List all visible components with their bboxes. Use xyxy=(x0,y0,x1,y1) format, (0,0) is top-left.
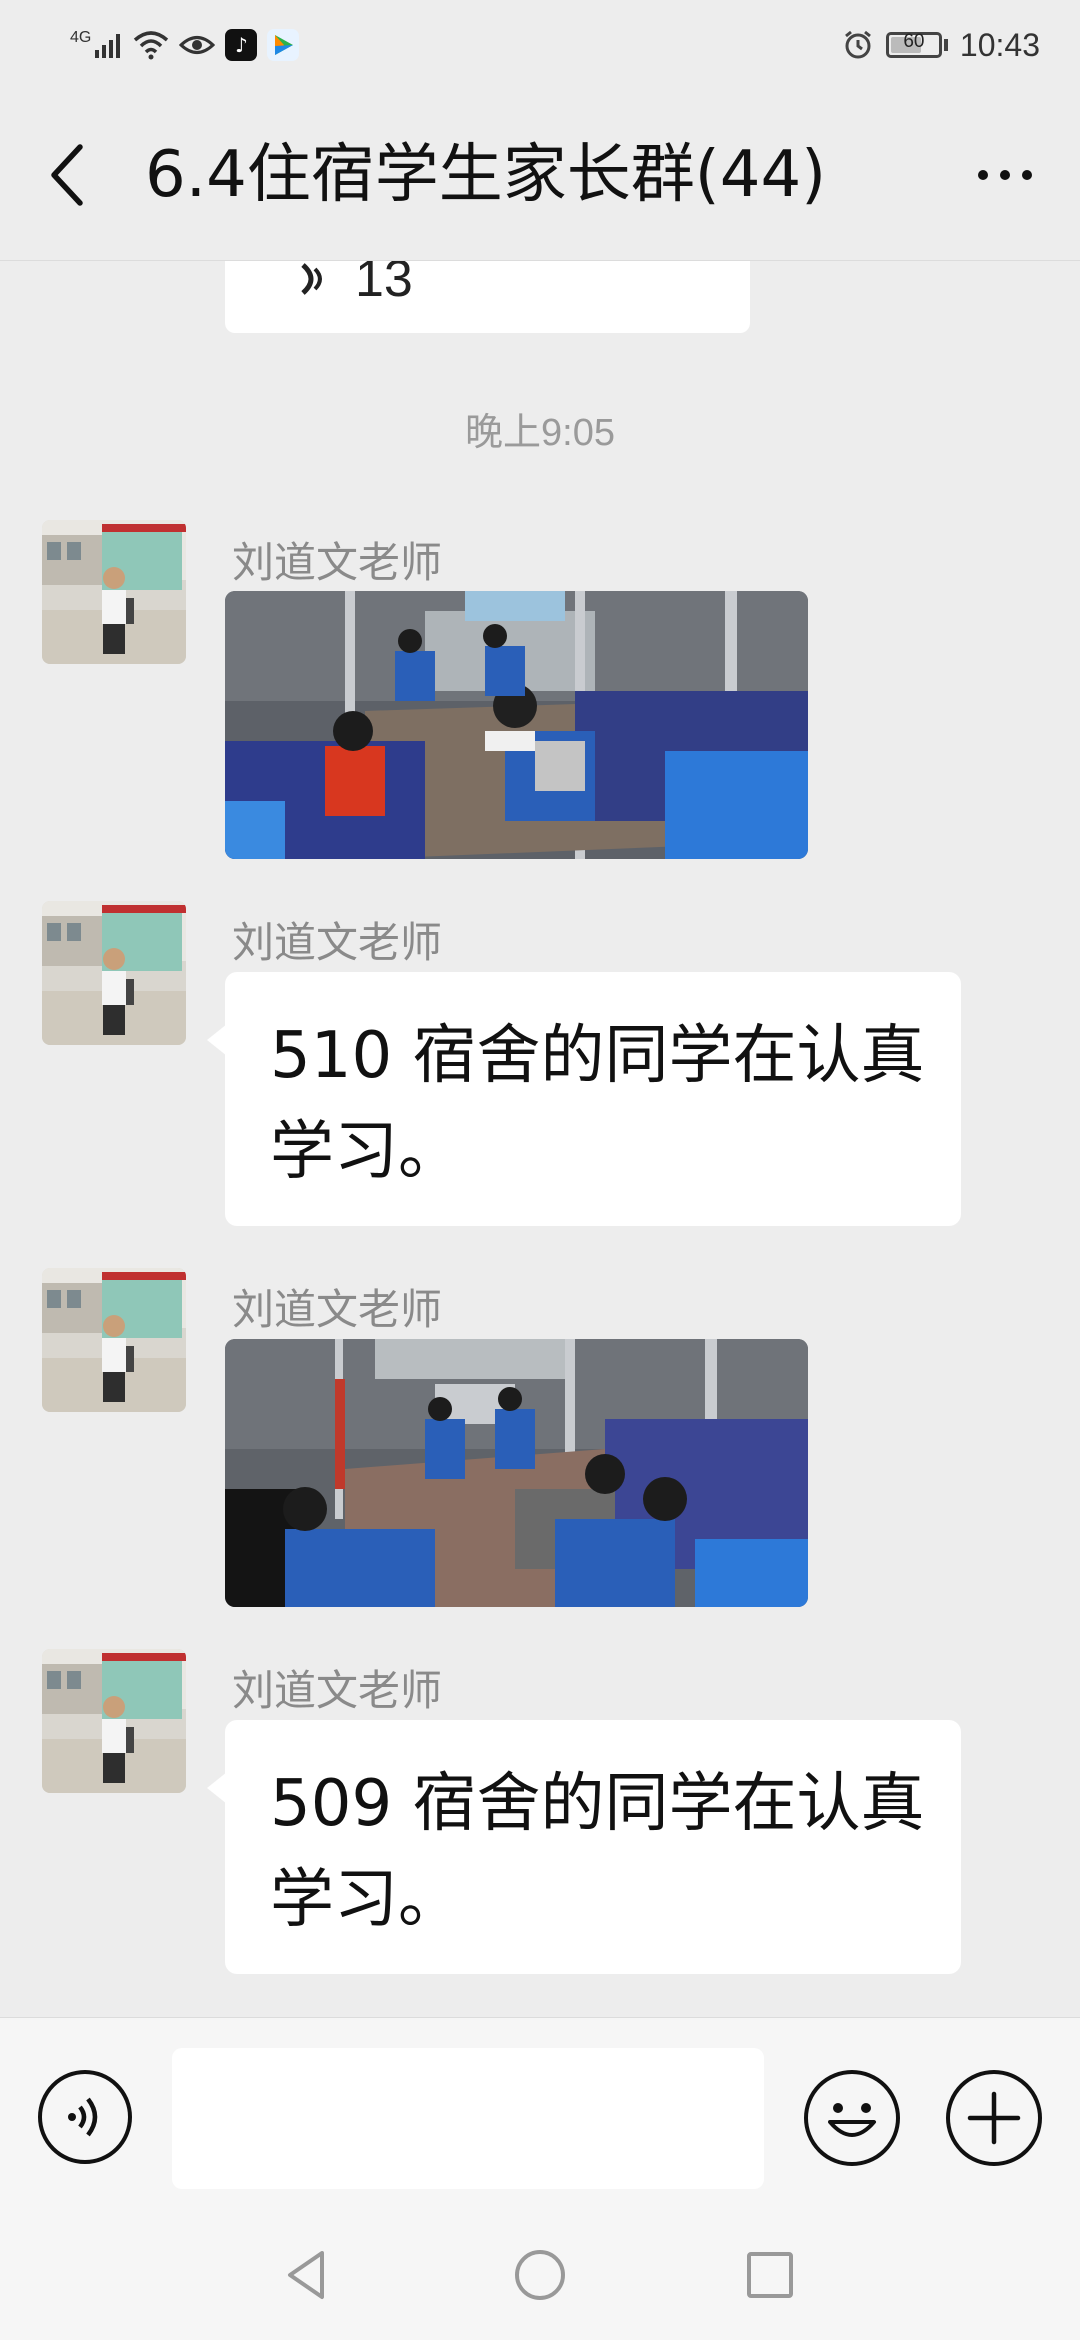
sender-avatar[interactable] xyxy=(42,1268,186,1412)
battery-level: 60 xyxy=(903,31,925,52)
nav-back-icon[interactable] xyxy=(278,2245,338,2305)
status-bar: 4G ♪ 60 10:43 xyxy=(0,0,1080,90)
chat-messages[interactable]: 13 晚上9:05 刘道文老师 刘道文老师 510 宿舍的同学在认真学习。 刘道… xyxy=(0,261,1080,2016)
eye-comfort-icon xyxy=(179,36,216,54)
battery-icon: 60 xyxy=(885,31,942,58)
sender-avatar[interactable] xyxy=(42,901,186,1045)
dorm-study-photo xyxy=(225,591,808,859)
plus-icon xyxy=(967,2091,1021,2145)
back-button[interactable] xyxy=(40,135,100,215)
chat-image-dorm-1[interactable] xyxy=(225,591,808,859)
sender-avatar[interactable] xyxy=(42,520,186,664)
chat-image-dorm-2[interactable] xyxy=(225,1339,808,1607)
chevron-left-icon xyxy=(51,144,83,206)
avatar-photo xyxy=(42,1649,186,1793)
voice-input-icon xyxy=(68,2097,98,2137)
voice-message-bubble[interactable]: 13 xyxy=(225,261,750,333)
more-functions-button[interactable] xyxy=(946,2070,1042,2166)
battery-cap xyxy=(943,39,948,51)
message-input-bar xyxy=(0,2017,1080,2211)
sender-name: 刘道文老师 xyxy=(232,1285,443,1334)
nav-home-icon[interactable] xyxy=(510,2245,570,2305)
chat-header: 6.4住宿学生家长群(44) xyxy=(0,90,1080,261)
voice-input-button[interactable] xyxy=(38,2070,132,2164)
video-app-icon xyxy=(267,29,300,61)
more-dots-icon xyxy=(978,170,988,180)
chat-title: 6.4住宿学生家长群(44) xyxy=(145,138,827,212)
wifi-icon xyxy=(134,31,169,60)
more-button[interactable] xyxy=(960,145,1050,205)
nav-recents-icon[interactable] xyxy=(740,2245,800,2305)
system-navigation-bar xyxy=(0,2210,1080,2340)
clock: 10:43 xyxy=(959,26,1040,63)
sender-avatar[interactable] xyxy=(42,1649,186,1793)
message-text: 509 宿舍的同学在认真学习。 xyxy=(270,1767,925,1937)
dorm-study-photo xyxy=(225,1339,808,1607)
more-dot xyxy=(1022,170,1032,180)
text-message-bubble[interactable]: 510 宿舍的同学在认真学习。 xyxy=(207,972,961,1226)
message-text-input[interactable] xyxy=(172,2048,764,2189)
voice-playback-icon xyxy=(301,263,322,295)
emoji-button[interactable] xyxy=(804,2070,900,2166)
status-left: 4G ♪ xyxy=(70,22,300,68)
avatar-photo xyxy=(42,1268,186,1412)
sender-name: 刘道文老师 xyxy=(232,918,443,967)
sender-name: 刘道文老师 xyxy=(232,1666,443,1715)
network-type: 4G xyxy=(70,29,92,46)
tiktok-app-icon: ♪ xyxy=(225,29,258,61)
avatar-photo xyxy=(42,520,186,664)
more-dot xyxy=(1000,170,1010,180)
voice-duration: 13 xyxy=(355,261,413,308)
message-text: 510 宿舍的同学在认真学习。 xyxy=(270,1019,925,1189)
status-right: 60 10:43 xyxy=(842,22,1040,68)
alarm-icon xyxy=(844,30,871,59)
avatar-photo xyxy=(42,901,186,1045)
message-timestamp: 晚上9:05 xyxy=(465,412,615,454)
text-message-bubble[interactable]: 509 宿舍的同学在认真学习。 xyxy=(207,1720,961,1974)
sender-name: 刘道文老师 xyxy=(232,538,443,587)
signal-icon xyxy=(95,34,121,58)
emoji-icon xyxy=(828,2103,876,2137)
